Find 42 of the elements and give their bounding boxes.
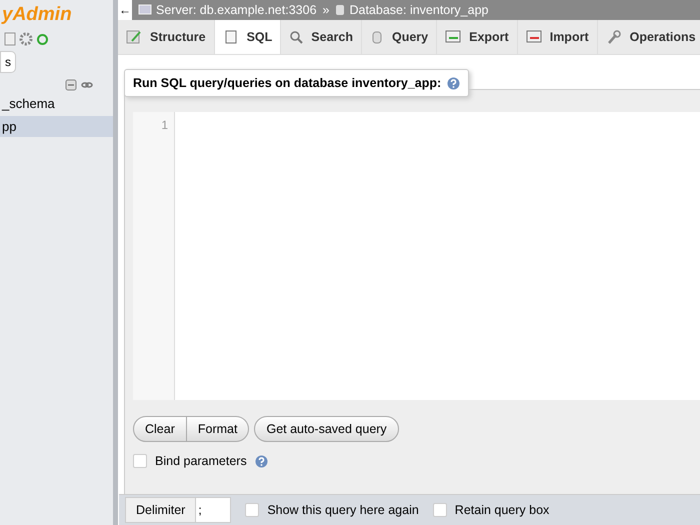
database-item[interactable]: pp [0, 116, 113, 137]
delimiter-input[interactable]: ; [195, 498, 230, 522]
tab[interactable]: Import [518, 20, 598, 54]
tab[interactable]: Structure [118, 20, 215, 54]
reload-icon[interactable] [36, 32, 49, 46]
checkbox-label: Retain query box [454, 503, 550, 517]
tab[interactable]: Operations [598, 20, 700, 54]
back-button[interactable]: ← [118, 0, 132, 20]
breadcrumb-separator: » [322, 3, 330, 17]
tab[interactable]: Export [437, 20, 518, 54]
checkbox[interactable] [432, 503, 447, 517]
tab[interactable]: Query [362, 20, 438, 54]
gear-icon[interactable] [19, 32, 33, 46]
panel-title: Run SQL query/queries on database inventory_app: [133, 76, 442, 90]
editor-button[interactable]: Clear [133, 416, 187, 442]
checkbox-label: Show this query here again [267, 503, 419, 517]
tab[interactable]: Search [281, 20, 362, 54]
database-icon [335, 4, 346, 16]
delimiter-label: Delimiter [135, 502, 186, 519]
checkbox[interactable] [245, 503, 260, 517]
checkbox[interactable] [133, 454, 147, 468]
checkbox-label: Bind parameters [155, 454, 247, 468]
import-icon [526, 30, 542, 44]
database-item[interactable]: _schema [0, 93, 113, 114]
sidebar-button[interactable]: s [0, 51, 16, 73]
database-icon [370, 30, 384, 44]
collapse-icon[interactable] [65, 79, 77, 91]
server-link[interactable]: Server: db.example.net:3306 [156, 3, 317, 17]
help-icon[interactable] [254, 454, 268, 468]
line-number: 1 [160, 118, 168, 132]
document-icon[interactable] [4, 32, 16, 46]
editor-button[interactable]: Format [186, 416, 250, 442]
scroll-icon [222, 29, 239, 45]
wrench-icon [606, 29, 622, 45]
export-icon [445, 30, 462, 44]
logo: yAdmin [2, 4, 73, 26]
database-link[interactable]: Database: inventory_app [349, 3, 488, 17]
table-pencil-icon [126, 29, 142, 45]
server-icon [138, 4, 152, 16]
autosave-button[interactable]: Get auto-saved query [254, 416, 399, 442]
search-icon [289, 30, 304, 44]
help-icon[interactable] [447, 76, 460, 90]
